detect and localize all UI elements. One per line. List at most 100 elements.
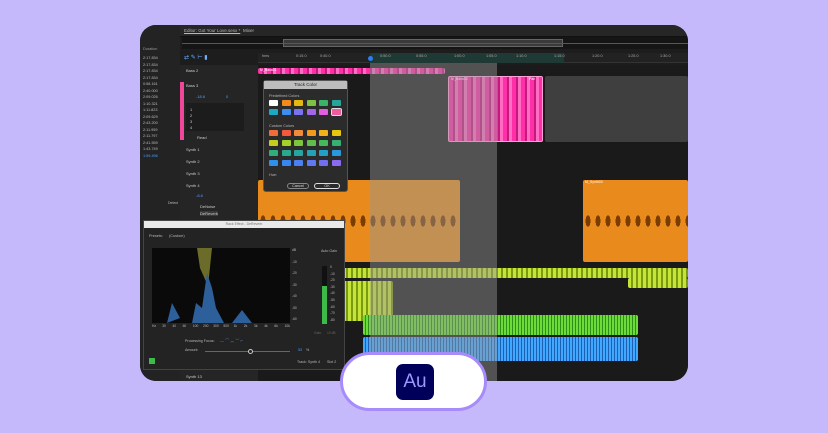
ok-button[interactable]: OK xyxy=(314,183,340,189)
custom-color-swatch[interactable] xyxy=(294,150,303,156)
color-swatch[interactable] xyxy=(269,109,278,115)
color-swatch[interactable] xyxy=(281,100,291,106)
meter-tick: -50 xyxy=(330,298,335,302)
color-swatch[interactable] xyxy=(306,100,316,106)
file-duration[interactable]: 2:17.834 xyxy=(143,76,158,80)
overview-strip[interactable] xyxy=(182,37,688,49)
custom-color-swatch[interactable] xyxy=(281,140,291,146)
db-tick: -60 xyxy=(292,317,297,321)
file-duration[interactable]: 2:09.026 xyxy=(143,95,158,99)
clip-green-right[interactable] xyxy=(628,278,688,288)
custom-color-swatch[interactable] xyxy=(281,150,291,156)
file-duration[interactable]: 2:41.559 xyxy=(143,141,158,145)
auto-gain-checkbox[interactable]: Auto Gain xyxy=(321,249,337,253)
file-duration[interactable]: 2:11.797 xyxy=(143,134,158,138)
custom-color-swatch[interactable] xyxy=(294,140,303,146)
custom-color-swatch[interactable] xyxy=(306,140,316,146)
custom-label: Custom Colors xyxy=(269,124,295,128)
file-duration[interactable]: 2:17.834 xyxy=(143,63,158,67)
track-synth3[interactable]: Synth 3 xyxy=(186,171,200,176)
custom-color-swatch[interactable] xyxy=(319,130,328,136)
color-swatch[interactable] xyxy=(269,100,278,106)
playhead[interactable] xyxy=(368,56,373,61)
custom-color-swatch[interactable] xyxy=(331,140,341,146)
track-synth2[interactable]: Synth 2 xyxy=(186,159,200,164)
custom-color-swatch[interactable] xyxy=(294,160,303,166)
timeline-ruler[interactable]: hms 0:15.0 0:40.0 0:50.0 0:55.0 1:00.0 1:05.0 1… xyxy=(258,53,688,63)
file-duration[interactable]: 0:58.161 xyxy=(143,82,158,86)
file-duration[interactable]: 2:11.959 xyxy=(143,128,158,132)
custom-color-swatch[interactable] xyxy=(319,150,328,156)
color-swatch[interactable] xyxy=(319,100,328,106)
frequency-graph[interactable] xyxy=(152,248,290,323)
amount-value[interactable]: 53 xyxy=(298,348,302,352)
custom-color-swatch[interactable] xyxy=(319,140,328,146)
fx-slot-1[interactable]: 1 xyxy=(190,107,192,112)
track-synth1[interactable]: Synth 1 xyxy=(186,147,200,152)
volume-value[interactable]: -18.6 xyxy=(196,94,205,99)
fx-slot-2[interactable]: 2 xyxy=(190,113,192,118)
hz-tick: 6k xyxy=(274,324,278,328)
presets-dropdown[interactable]: (Custom) xyxy=(169,234,244,238)
db-tick: -50 xyxy=(292,305,297,310)
time-selection[interactable] xyxy=(370,63,497,381)
custom-color-swatch[interactable] xyxy=(294,130,303,136)
predefined-label: Predefined Colors xyxy=(269,94,300,98)
custom-color-swatch[interactable] xyxy=(306,160,316,166)
file-duration[interactable]: 1:43.749 xyxy=(143,147,158,151)
hz-tick: 3k xyxy=(254,324,258,328)
cancel-button[interactable]: Cancel xyxy=(287,183,309,189)
file-duration[interactable]: 1:11.823 xyxy=(143,108,158,112)
custom-color-swatch[interactable] xyxy=(306,150,316,156)
toolbar-icons[interactable]: ⇄ ✎ ⊢ ▮ xyxy=(184,54,208,61)
color-swatch[interactable] xyxy=(330,108,342,116)
file-duration[interactable]: 2:40.000 xyxy=(143,89,158,93)
color-swatch[interactable] xyxy=(294,100,303,106)
file-duration[interactable]: 2:17.834 xyxy=(143,69,158,73)
ruler-label: 0:15.0 xyxy=(296,54,307,58)
file-duration[interactable]: 1:59.496 xyxy=(143,154,158,158)
tab-mixer[interactable]: Mixer xyxy=(243,28,254,33)
track-synth4[interactable]: Synth 4 xyxy=(186,183,200,188)
custom-color-swatch[interactable] xyxy=(331,150,341,156)
custom-color-swatch[interactable] xyxy=(269,140,278,146)
ruler-label: 1:05.0 xyxy=(486,54,497,58)
file-duration[interactable]: 2:43.200 xyxy=(143,121,158,125)
fx-denoise[interactable]: DeNoise xyxy=(200,204,215,209)
synth4-volume[interactable]: -8.6 xyxy=(196,193,203,198)
custom-color-swatch[interactable] xyxy=(319,160,328,166)
fx-slot-3[interactable]: 3 xyxy=(190,119,192,124)
file-duration[interactable]: 2:17.834 xyxy=(143,56,158,60)
color-swatch[interactable] xyxy=(294,109,303,115)
fx-dereverb[interactable]: DeReverb xyxy=(200,211,219,216)
automation-mode[interactable]: Read xyxy=(197,135,207,140)
custom-color-swatch[interactable] xyxy=(269,160,278,166)
focus-buttons[interactable]: — ⌒ ︿ ﹀ ⌐ xyxy=(220,338,243,344)
custom-color-swatch[interactable] xyxy=(269,130,278,136)
fx-slot-4[interactable]: 4 xyxy=(190,125,192,130)
db-tick: -40 xyxy=(292,294,297,298)
ruler-label: 1:25.0 xyxy=(628,54,639,58)
track-bass2[interactable]: Bass 2 xyxy=(186,68,198,73)
pan-value[interactable]: 0 xyxy=(226,94,228,99)
track-synth13[interactable]: Synth 13 xyxy=(186,374,202,379)
power-toggle[interactable] xyxy=(149,358,155,364)
color-swatch[interactable] xyxy=(306,109,316,115)
color-swatch[interactable] xyxy=(331,100,341,106)
tab-editor[interactable]: Editor: Got Your Love.sesx * xyxy=(184,28,240,33)
clip-synth03[interactable]: M_Synth03 xyxy=(583,180,688,262)
slot-label: Slot 2 xyxy=(327,360,337,364)
file-duration[interactable]: 2:09.629 xyxy=(143,115,158,119)
custom-color-swatch[interactable] xyxy=(281,130,291,136)
custom-color-swatch[interactable] xyxy=(331,160,341,166)
file-duration[interactable]: 1:10.321 xyxy=(143,102,158,106)
custom-color-swatch[interactable] xyxy=(281,160,291,166)
detect-label[interactable]: Detect xyxy=(168,201,178,205)
color-swatch[interactable] xyxy=(281,109,291,115)
custom-color-swatch[interactable] xyxy=(269,150,278,156)
custom-color-swatch[interactable] xyxy=(306,130,316,136)
color-swatch[interactable] xyxy=(319,109,328,115)
track-bass3[interactable]: Bass 3 xyxy=(186,83,198,88)
amount-slider[interactable] xyxy=(205,349,290,354)
custom-color-swatch[interactable] xyxy=(331,130,341,136)
